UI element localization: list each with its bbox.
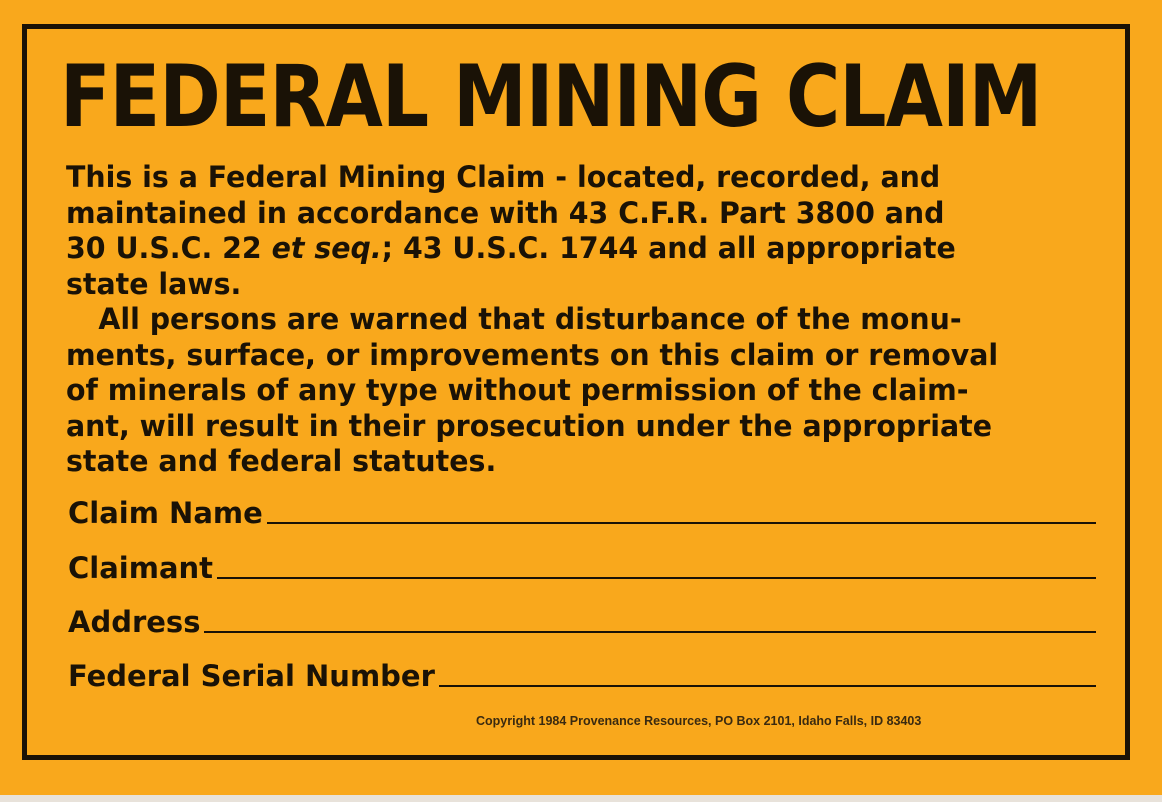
- copyright-notice: Copyright 1984 Provenance Resources, PO …: [476, 714, 922, 728]
- paragraph2-line: ant, will result in their prosecution un…: [66, 408, 993, 443]
- paragraph2-line: of minerals of any type without permissi…: [66, 373, 969, 407]
- notice-text: This is a Federal Mining Claim - located…: [66, 160, 1085, 480]
- paragraph1-line: maintained in accordance with 43 C.F.R. …: [66, 195, 945, 230]
- statute-italic: et seq.: [271, 231, 382, 265]
- claim-name-label: Claim Name: [68, 496, 263, 530]
- mining-claim-sign: FEDERAL MINING CLAIM This is a Federal M…: [0, 0, 1162, 795]
- claim-name-blank-line: [266, 521, 1096, 524]
- serial-number-blank-line: [438, 684, 1096, 687]
- claimant-field: Claimant: [68, 551, 1096, 585]
- bottom-edge: [0, 795, 1162, 802]
- address-field: Address: [68, 605, 1096, 639]
- statute-text: 30 U.S.C. 22: [66, 231, 272, 265]
- paragraph1-line: This is a Federal Mining Claim - located…: [66, 160, 941, 194]
- serial-number-field: Federal Serial Number: [68, 659, 1096, 693]
- serial-number-label: Federal Serial Number: [68, 659, 435, 693]
- paragraph1-line: 30 U.S.C. 22 et seq.; 43 U.S.C. 1744 and…: [66, 231, 1085, 267]
- address-label: Address: [68, 605, 201, 639]
- claimant-blank-line: [217, 576, 1096, 579]
- paragraph2-line: state and federal statutes.: [66, 444, 497, 478]
- statute-text: ; 43 U.S.C. 1744 and all appropriate: [381, 231, 956, 265]
- claim-name-field: Claim Name: [68, 496, 1096, 530]
- claimant-label: Claimant: [68, 551, 214, 585]
- address-blank-line: [204, 630, 1096, 633]
- paragraph2-line: ments, surface, or improvements on this …: [66, 337, 999, 372]
- paragraph1-line: state laws.: [66, 266, 242, 301]
- paragraph2-line: All persons are warned that disturbance …: [98, 302, 962, 336]
- sign-title: FEDERAL MINING CLAIM: [60, 47, 1042, 147]
